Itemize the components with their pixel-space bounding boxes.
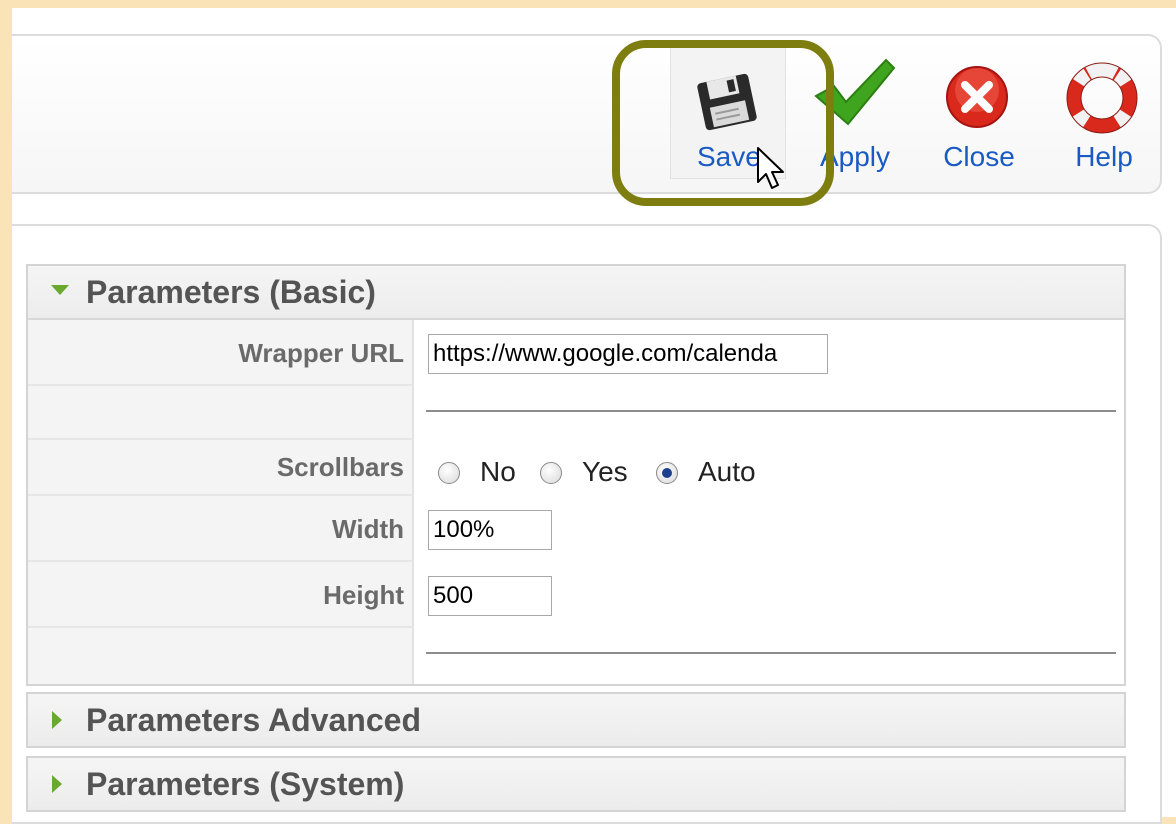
mouse-cursor-icon <box>757 147 784 189</box>
panel-system-header[interactable]: Parameters (System) <box>28 758 1124 810</box>
scrollbars-auto-radio[interactable] <box>656 462 678 484</box>
apply-button-label: Apply <box>819 141 891 172</box>
scrollbars-label: Scrollbars <box>276 452 404 482</box>
separator-line <box>426 410 1116 412</box>
scrollbars-key-cell: Scrollbars <box>28 440 414 496</box>
panel-parameters-system: Parameters (System) <box>26 756 1126 812</box>
panel-basic-title: Parameters (Basic) <box>86 274 376 310</box>
close-icon <box>946 66 1008 128</box>
help-button-label: Help <box>1075 141 1133 172</box>
scrollbars-yes-label: Yes <box>582 456 628 487</box>
width-label: Width <box>332 514 404 544</box>
lifebuoy-icon <box>1066 62 1138 134</box>
triangle-down-icon <box>51 285 69 295</box>
wrapper-url-input[interactable]: https://www.google.com/calenda <box>428 334 828 374</box>
scrollbars-no-radio[interactable] <box>438 462 460 484</box>
spacer-key-cell <box>28 386 414 440</box>
width-input[interactable]: 100% <box>428 510 552 550</box>
close-button[interactable]: Close <box>936 40 1022 180</box>
bottom-spacer-key-cell <box>28 628 414 684</box>
floppy-disk-icon <box>697 73 757 131</box>
wrapper-url-key-cell: Wrapper URL <box>28 320 414 386</box>
scrollbars-auto-label: Auto <box>698 456 756 487</box>
apply-button[interactable]: Apply <box>810 40 900 180</box>
height-input[interactable]: 500 <box>428 576 552 616</box>
panel-advanced-header[interactable]: Parameters Advanced <box>28 694 1124 746</box>
help-button[interactable]: Help <box>1062 40 1146 180</box>
wrapper-url-row: Wrapper URL https://www.google.com/calen… <box>28 320 1124 386</box>
scrollbars-no-label: No <box>480 456 516 487</box>
save-button-label: Save <box>697 141 761 172</box>
panel-system-title: Parameters (System) <box>86 766 405 802</box>
close-button-label: Close <box>943 141 1015 172</box>
triangle-right-icon <box>52 775 62 793</box>
scrollbars-row: Scrollbars No Yes Auto <box>28 440 1124 496</box>
panel-parameters-advanced: Parameters Advanced <box>26 692 1126 748</box>
wrapper-url-label: Wrapper URL <box>238 338 404 368</box>
triangle-right-icon <box>52 711 62 729</box>
bottom-spacer-row <box>28 628 1124 684</box>
height-label: Height <box>323 580 404 610</box>
scrollbars-yes-radio[interactable] <box>540 462 562 484</box>
height-key-cell: Height <box>28 562 414 628</box>
separator-line-bottom <box>426 652 1116 654</box>
checkmark-icon <box>814 58 896 126</box>
height-row: Height 500 <box>28 562 1124 628</box>
panel-basic-header[interactable]: Parameters (Basic) <box>28 266 1124 320</box>
panel-parameters-basic: Parameters (Basic) Wrapper URL https://w… <box>26 264 1126 686</box>
spacer-row <box>28 386 1124 440</box>
width-row: Width 100% <box>28 496 1124 562</box>
panel-advanced-title: Parameters Advanced <box>86 702 421 738</box>
width-key-cell: Width <box>28 496 414 562</box>
